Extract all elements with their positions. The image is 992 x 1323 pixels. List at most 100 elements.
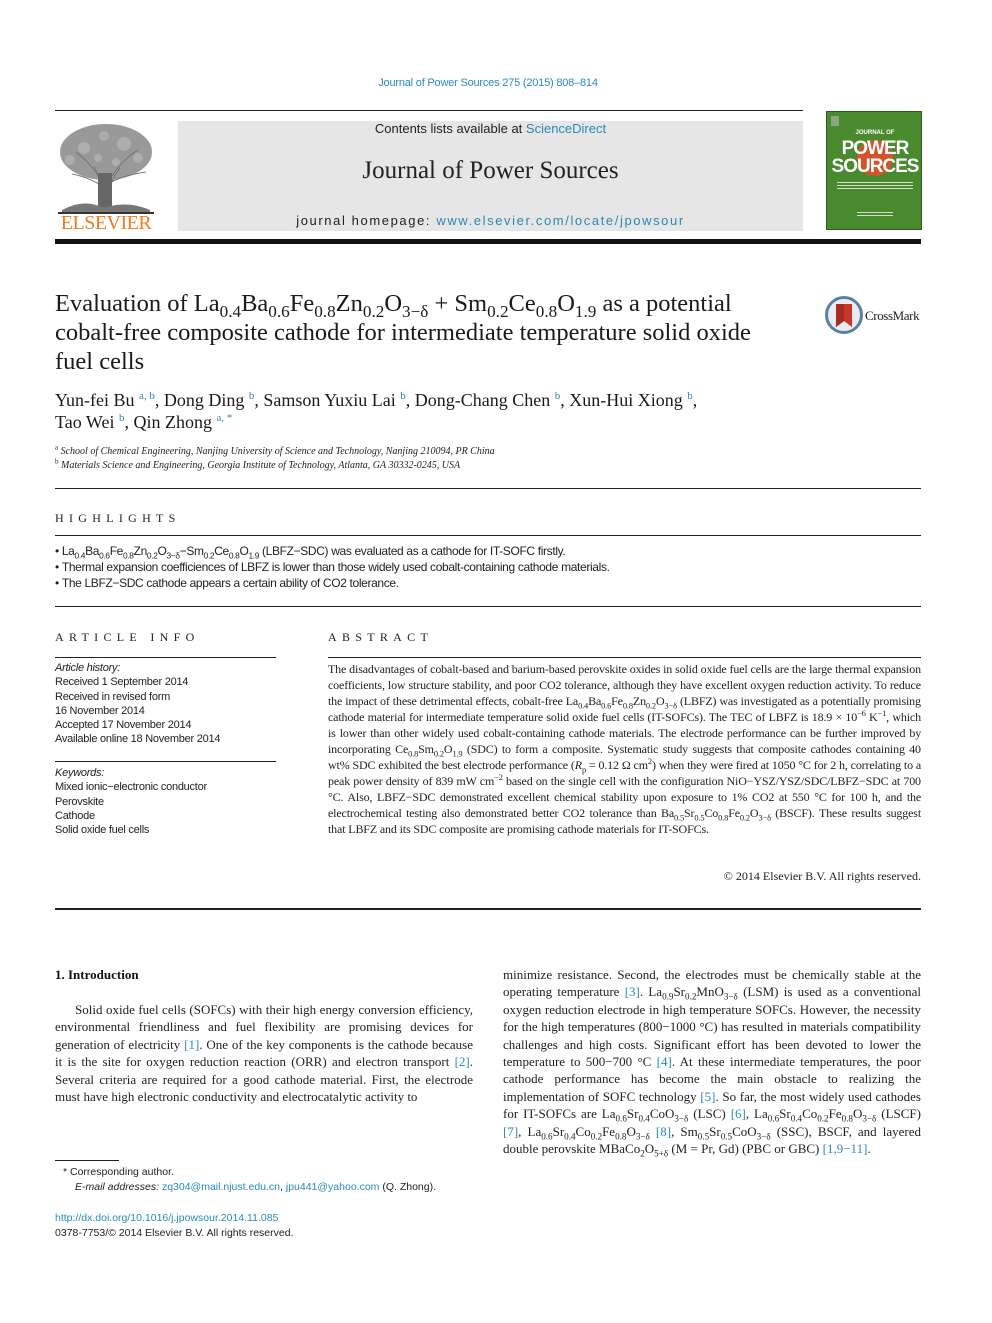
cover-elsevier-mini-logo (831, 116, 839, 126)
subscript: 0.5 (697, 1131, 710, 1142)
keywords: Keywords: Mixed ionic−electronic conduct… (55, 766, 280, 837)
reference-link[interactable]: [4] (657, 1054, 672, 1069)
email-suffix: (Q. Zhong). (379, 1181, 437, 1193)
author-affiliation-marker[interactable]: b (400, 390, 406, 402)
corresponding-author-note: * Corresponding author. (63, 1166, 174, 1178)
author[interactable]: Samson Yuxiu Lai b (263, 390, 405, 410)
introduction-heading: 1. Introduction (55, 967, 139, 982)
journal-homepage-line: journal homepage: www.elsevier.com/locat… (178, 213, 803, 228)
affiliations: a School of Chemical Engineering, Nanjin… (55, 443, 815, 473)
article-history: Article history: Received 1 September 20… (55, 661, 280, 747)
subscript: 0.8 (615, 1131, 627, 1142)
email-link-2[interactable]: jpu441@yahoo.com (286, 1181, 380, 1193)
subscript: 0.2 (590, 1131, 603, 1142)
keyword-item: Cathode (55, 809, 95, 822)
crossmark-label: CrossMark (865, 308, 920, 323)
subscript: 0.6 (541, 1131, 553, 1142)
reference-link[interactable]: [5] (700, 1089, 715, 1104)
introduction-left-column: Solid oxide fuel cells (SOFCs) with thei… (55, 1002, 473, 1105)
author[interactable]: Xun-Hui Xiong b (569, 390, 693, 410)
article-title: Evaluation of La0.4Ba0.6Fe0.8Zn0.2O3−δ +… (55, 289, 795, 376)
cover-editor-lines (857, 212, 893, 213)
subscript: 0.4 (564, 1131, 576, 1142)
author[interactable]: Dong-Chang Chen b (415, 390, 560, 410)
contents-line: Contents lists available at ScienceDirec… (178, 121, 803, 136)
divider (55, 535, 921, 536)
article-info-heading: ARTICLE INFO (55, 630, 200, 644)
header-rule (55, 110, 803, 111)
author-list: Yun-fei Bu a, b, Dong Ding b, Samson Yux… (55, 390, 698, 432)
reference-link[interactable]: [1,9−11] (823, 1141, 868, 1156)
subscript: 5+δ (654, 1148, 669, 1159)
homepage-prefix: journal homepage: (296, 213, 437, 228)
journal-banner: Contents lists available at ScienceDirec… (178, 121, 803, 231)
affiliation-b: b Materials Science and Engineering, Geo… (55, 457, 461, 471)
author-affiliation-marker[interactable]: b (555, 390, 561, 402)
subscript: 3−δ (674, 1113, 689, 1124)
author-affiliation-marker[interactable]: b (687, 390, 693, 402)
issn-copyright: 0378-7753/© 2014 Elsevier B.V. All right… (55, 1227, 294, 1239)
abstract-copyright: © 2014 Elsevier B.V. All rights reserved… (723, 869, 921, 883)
subscript: 0.4 (790, 1113, 803, 1124)
highlights-heading: HIGHLIGHTS (55, 511, 181, 525)
reference-link[interactable]: [7] (503, 1124, 518, 1139)
journal-citation[interactable]: Journal of Power Sources 275 (2015) 808–… (0, 77, 976, 89)
subscript: 0.6 (615, 1113, 627, 1124)
email-link-1[interactable]: zq304@mail.njust.edu.cn (162, 1181, 280, 1193)
author-affiliation-marker[interactable]: b (249, 390, 255, 402)
author[interactable]: Dong Ding b (164, 390, 255, 410)
divider (55, 606, 921, 607)
abstract-text: The disadvantages of cobalt-based and ba… (328, 662, 922, 836)
keyword-item: Solid oxide fuel cells (55, 824, 150, 837)
highlights-list: La0.4Ba0.6Fe0.8Zn0.2O3−δ−Sm0.2Ce0.8O1.9 … (55, 543, 915, 591)
cover-title-sources: SOURCES (831, 156, 920, 177)
journal-cover-image[interactable]: JOURNAL OF POWER SOURCES (826, 111, 922, 230)
author-affiliation-marker[interactable]: a, * (216, 412, 232, 424)
divider (55, 761, 276, 762)
subscript: 0.2 (817, 1113, 829, 1124)
email-label: E-mail addresses: (75, 1181, 162, 1193)
divider (55, 488, 921, 489)
header-thick-rule (55, 239, 921, 244)
reference-link[interactable]: [8] (656, 1124, 671, 1139)
reference-link[interactable]: [6] (731, 1106, 746, 1121)
affiliation-a: a School of Chemical Engineering, Nanjin… (55, 443, 495, 457)
history-item: Accepted 17 November 2014 (55, 719, 192, 732)
sciencedirect-link[interactable]: ScienceDirect (526, 121, 606, 136)
subscript: 3−δ (862, 1113, 877, 1124)
reference-link[interactable]: [2] (455, 1054, 470, 1069)
journal-title: Journal of Power Sources (362, 157, 619, 184)
history-item: Available online 18 November 2014 (55, 733, 221, 746)
cover-title: POWER SOURCES (827, 139, 921, 177)
introduction-right-column: minimize resistance. Second, the electro… (503, 967, 922, 1159)
elsevier-wordmark: ELSEVIER (60, 212, 152, 234)
reference-link[interactable]: [1] (184, 1037, 199, 1052)
article-history-label: Article history: (55, 662, 121, 674)
subscript: 2 (640, 1148, 645, 1159)
cover-journal-of: JOURNAL OF (855, 130, 895, 136)
author[interactable]: Yun-fei Bu a, b (55, 390, 155, 410)
subscript: 0.9 (662, 992, 674, 1002)
keyword-item: Mixed ionic−electronic conductor (55, 781, 207, 794)
doi-link[interactable]: http://dx.doi.org/10.1016/j.jpowsour.201… (55, 1211, 475, 1226)
history-item: Received in revised form (55, 690, 171, 703)
author-affiliation-marker[interactable]: a, b (139, 390, 155, 402)
divider (328, 657, 921, 658)
doi-block: http://dx.doi.org/10.1016/j.jpowsour.201… (55, 1211, 475, 1241)
subscript: 0.8 (841, 1113, 853, 1124)
divider (55, 908, 921, 910)
footnote-rule (55, 1160, 119, 1161)
history-item: 16 November 2014 (55, 704, 145, 717)
author-affiliation-marker[interactable]: b (119, 412, 125, 424)
history-item: Received 1 September 2014 (55, 676, 189, 689)
keywords-label: Keywords: (55, 767, 105, 779)
reference-link[interactable]: [3] (625, 984, 640, 999)
email-line: E-mail addresses: zq304@mail.njust.edu.c… (55, 1180, 475, 1195)
cover-subtitle-lines (837, 182, 913, 183)
homepage-link[interactable]: www.elsevier.com/locate/jpowsour (436, 213, 684, 228)
author[interactable]: Qin Zhong a, * (133, 412, 232, 432)
author[interactable]: Tao Wei b (55, 412, 124, 432)
crossmark-button[interactable]: CrossMark (825, 296, 925, 336)
keyword-item: Perovskite (55, 795, 104, 808)
subscript: 0.5 (720, 1131, 733, 1142)
